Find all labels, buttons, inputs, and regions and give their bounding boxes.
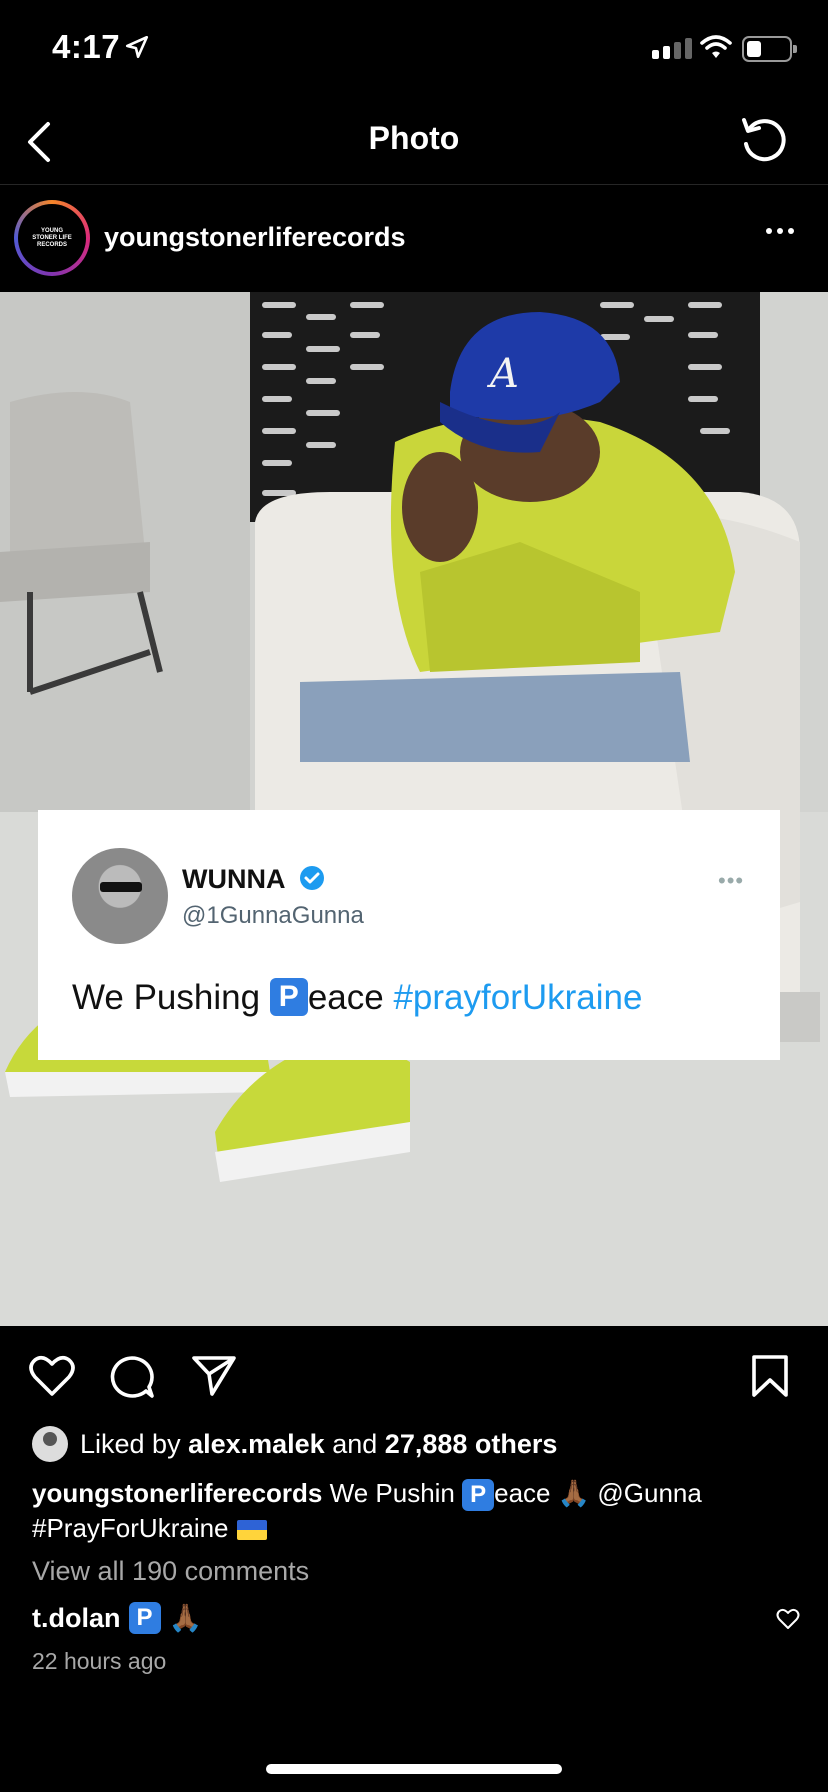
svg-text:A: A	[486, 351, 519, 397]
comment-like-heart-icon[interactable]	[776, 1608, 800, 1630]
share-paper-plane-icon[interactable]	[190, 1354, 238, 1398]
comment-item: t.dolan P 🙏🏾	[32, 1602, 202, 1634]
post-timestamp: 22 hours ago	[32, 1648, 167, 1674]
caption-hashtag[interactable]: #PrayForUkraine	[32, 1513, 229, 1543]
comment-p-emoji: P	[128, 1602, 161, 1634]
likes-prefix: Liked by	[80, 1428, 181, 1459]
tweet-handle: @1GunnaGunna	[182, 902, 364, 929]
likes-count[interactable]: 27,888 others	[385, 1429, 558, 1460]
view-all-comments-link[interactable]: View all 190 comments	[32, 1556, 309, 1587]
tweet-text-before: We Pushing	[72, 978, 261, 1017]
tweet-more-icon: •••	[718, 868, 745, 893]
likes-connector: and	[332, 1428, 378, 1459]
tweet-text: We Pushing Peace #prayforUkraine	[72, 977, 643, 1018]
cellular-signal-icon	[652, 38, 692, 59]
home-indicator[interactable]	[266, 1764, 562, 1774]
wifi-icon	[700, 35, 732, 58]
save-bookmark-icon[interactable]	[750, 1354, 790, 1398]
likes-summary[interactable]: Liked by alex.malek and 27,888 others	[32, 1426, 557, 1462]
comment-username[interactable]: t.dolan	[32, 1603, 121, 1634]
caption-username[interactable]: youngstonerliferecords	[32, 1478, 322, 1508]
ukraine-flag-icon	[236, 1520, 267, 1541]
status-time: 4:17	[52, 28, 121, 65]
caption-text-before: We Pushin	[329, 1478, 455, 1508]
post-caption: youngstonerliferecords We Pushin Peace 🙏…	[32, 1476, 792, 1545]
caption-pray-emoji: 🙏🏾	[557, 1478, 591, 1508]
account-avatar[interactable]: YOUNG STONER LIFE RECORDS	[14, 200, 90, 276]
battery-icon	[742, 36, 797, 62]
post-photo[interactable]: A WUNNA @1GunnaGunna ••• We Pushing Peac…	[0, 292, 828, 1326]
nav-divider	[0, 184, 828, 185]
tweet-name: WUNNA	[182, 864, 286, 894]
liker-username[interactable]: alex.malek	[188, 1429, 325, 1460]
tweet-avatar	[72, 848, 168, 944]
caption-mention[interactable]: @Gunna	[597, 1478, 701, 1508]
page-title: Photo	[368, 120, 460, 156]
avatar-logo-text: YOUNG STONER LIFE RECORDS	[32, 227, 72, 248]
tweet-text-after: eace	[307, 978, 384, 1017]
p-button-emoji: P	[269, 977, 308, 1016]
refresh-icon[interactable]	[738, 114, 792, 168]
verified-badge-icon	[300, 866, 324, 890]
caption-text-after: eace	[494, 1478, 551, 1508]
tweet-card: WUNNA @1GunnaGunna ••• We Pushing Peace …	[38, 810, 780, 1060]
like-heart-icon[interactable]	[28, 1354, 76, 1398]
liker-avatar	[32, 1426, 68, 1462]
comment-pray-emoji: 🙏🏾	[168, 1603, 203, 1633]
post-username[interactable]: youngstonerliferecords	[104, 222, 406, 253]
comment-bubble-icon[interactable]	[108, 1354, 156, 1400]
photo-scene: A	[0, 292, 828, 1326]
location-arrow-icon	[125, 35, 149, 59]
tweet-hashtag: #prayforUkraine	[393, 978, 643, 1017]
more-options-icon[interactable]	[766, 228, 794, 234]
caption-p-emoji: P	[462, 1479, 495, 1512]
